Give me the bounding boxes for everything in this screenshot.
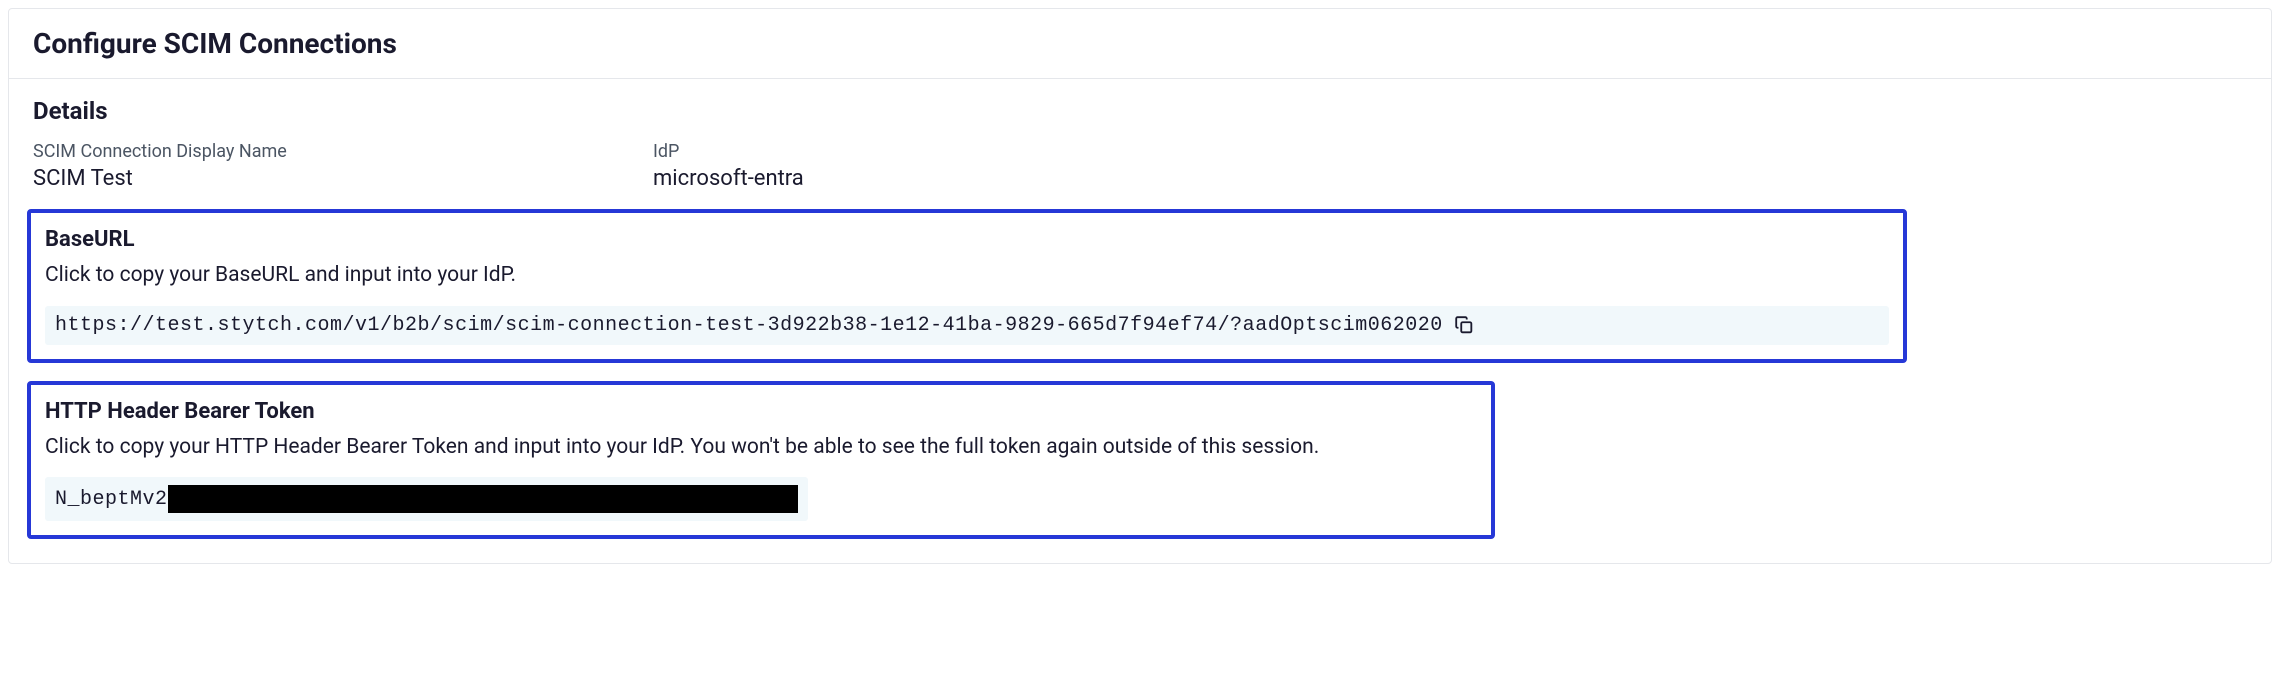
display-name-field: SCIM Connection Display Name SCIM Test [33, 141, 653, 191]
bearer-token-title: HTTP Header Bearer Token [45, 399, 1477, 424]
baseurl-value: https://test.stytch.com/v1/b2b/scim/scim… [55, 314, 1443, 337]
idp-label: IdP [653, 141, 1273, 162]
details-section-title: Details [33, 97, 2247, 125]
bearer-token-copy-row[interactable]: N_beptMv2 [45, 477, 808, 521]
bearer-token-redacted [168, 485, 798, 513]
display-name-label: SCIM Connection Display Name [33, 141, 653, 162]
panel-body: Details SCIM Connection Display Name SCI… [9, 79, 2271, 563]
details-row: SCIM Connection Display Name SCIM Test I… [33, 141, 2247, 191]
bearer-token-section: HTTP Header Bearer Token Click to copy y… [27, 381, 1495, 540]
display-name-value: SCIM Test [33, 166, 653, 191]
scim-config-panel: Configure SCIM Connections Details SCIM … [8, 8, 2272, 564]
panel-title: Configure SCIM Connections [33, 27, 2247, 60]
bearer-token-visible-prefix: N_beptMv2 [55, 488, 168, 511]
copy-icon[interactable] [1453, 314, 1475, 336]
idp-field: IdP microsoft-entra [653, 141, 1273, 191]
baseurl-copy-row[interactable]: https://test.stytch.com/v1/b2b/scim/scim… [45, 306, 1889, 345]
bearer-token-description: Click to copy your HTTP Header Bearer To… [45, 432, 1477, 464]
panel-header: Configure SCIM Connections [9, 9, 2271, 79]
idp-value: microsoft-entra [653, 166, 1273, 191]
baseurl-title: BaseURL [45, 227, 1889, 252]
baseurl-section: BaseURL Click to copy your BaseURL and i… [27, 209, 1907, 363]
baseurl-description: Click to copy your BaseURL and input int… [45, 260, 1889, 292]
